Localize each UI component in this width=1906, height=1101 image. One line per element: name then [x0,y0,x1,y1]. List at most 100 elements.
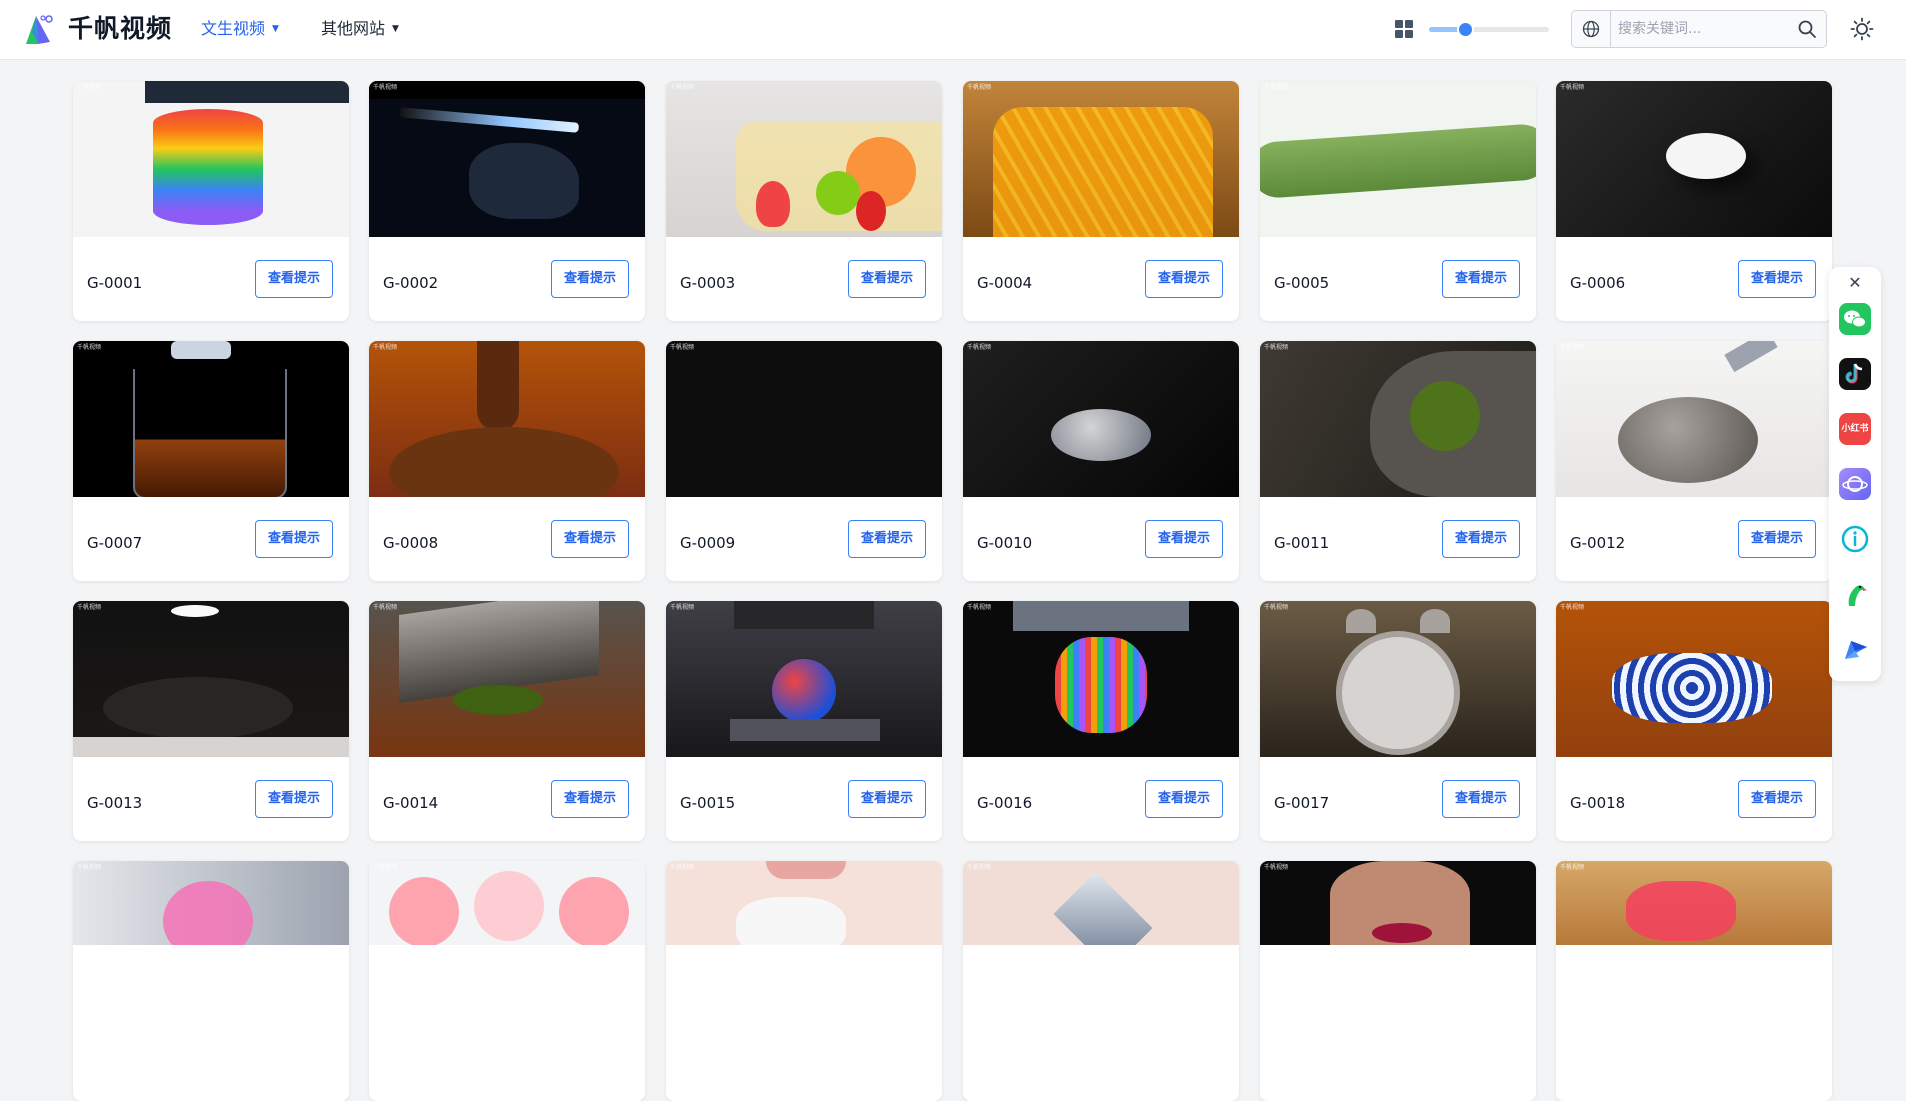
video-card[interactable]: 千帆视频 G-0016 查看提示 [963,601,1239,841]
video-card[interactable]: 千帆视频 G-0003 查看提示 [666,81,942,321]
info-icon[interactable] [1839,523,1871,555]
video-thumbnail[interactable]: 千帆视频 [666,601,942,757]
video-id: G-0005 [1274,274,1330,292]
nav-other-sites[interactable]: 其他网站 ▼ [321,18,399,40]
view-prompt-button[interactable]: 查看提示 [1442,520,1520,558]
video-thumbnail[interactable]: 千帆视频 [666,861,942,945]
view-prompt-button[interactable]: 查看提示 [1145,520,1223,558]
video-id: G-0010 [977,534,1033,552]
view-prompt-button[interactable]: 查看提示 [255,260,333,298]
view-prompt-button[interactable]: 查看提示 [1442,780,1520,818]
video-card[interactable]: 千帆视频 G-0001 查看提示 [73,81,349,321]
video-thumbnail[interactable]: 千帆视频 [963,601,1239,757]
video-card[interactable]: 千帆视频 G-0009 查看提示 [666,341,942,581]
video-card[interactable]: 千帆视频 G-0014 查看提示 [369,601,645,841]
video-thumbnail[interactable]: 千帆视频 [1260,341,1536,497]
video-card[interactable]: 千帆视频 [1260,861,1536,1101]
video-id: G-0007 [87,534,143,552]
search-input[interactable] [1618,18,1788,40]
video-card[interactable]: 千帆视频 [73,861,349,1101]
video-thumbnail[interactable]: 千帆视频 [73,341,349,497]
video-thumbnail[interactable]: 千帆视频 [369,341,645,497]
video-card[interactable]: 千帆视频 [369,861,645,1101]
watermark: 千帆视频 [373,864,398,871]
view-prompt-button[interactable]: 查看提示 [551,260,629,298]
view-prompt-button[interactable]: 查看提示 [848,780,926,818]
video-card[interactable]: 千帆视频 G-0015 查看提示 [666,601,942,841]
video-card[interactable]: 千帆视频 G-0013 查看提示 [73,601,349,841]
video-card[interactable]: 千帆视频 G-0012 查看提示 [1556,341,1832,581]
watermark: 千帆视频 [77,84,102,91]
video-thumbnail[interactable]: 千帆视频 [1260,81,1536,237]
video-card[interactable]: 千帆视频 G-0002 查看提示 [369,81,645,321]
watermark: 千帆视频 [77,864,102,871]
site-title[interactable]: 千帆视频 [68,14,172,44]
slider-thumb[interactable] [1459,23,1472,36]
grid-view-icon[interactable] [1395,20,1413,38]
search-icon[interactable] [1797,19,1817,39]
globe-icon[interactable] [1572,11,1611,47]
video-card[interactable]: 千帆视频 G-0017 查看提示 [1260,601,1536,841]
video-thumbnail[interactable]: 千帆视频 [963,81,1239,237]
watermark: 千帆视频 [1560,604,1585,611]
wechat-icon[interactable] [1839,303,1871,335]
view-prompt-button[interactable]: 查看提示 [848,260,926,298]
view-prompt-button[interactable]: 查看提示 [255,780,333,818]
view-prompt-button[interactable]: 查看提示 [255,520,333,558]
view-prompt-button[interactable]: 查看提示 [551,780,629,818]
watermark: 千帆视频 [967,604,992,611]
video-card[interactable]: 千帆视频 [666,861,942,1101]
video-card[interactable]: 千帆视频 [1556,861,1832,1101]
video-thumbnail[interactable]: 千帆视频 [666,341,942,497]
view-prompt-button[interactable]: 查看提示 [1738,260,1816,298]
view-prompt-button[interactable]: 查看提示 [1738,780,1816,818]
video-card[interactable]: 千帆视频 G-0008 查看提示 [369,341,645,581]
video-thumbnail[interactable]: 千帆视频 [73,601,349,757]
video-thumbnail[interactable]: 千帆视频 [1556,341,1832,497]
nav-label: 文生视频 [201,19,266,38]
view-prompt-button[interactable]: 查看提示 [1145,260,1223,298]
video-thumbnail[interactable]: 千帆视频 [666,81,942,237]
video-thumbnail[interactable]: 千帆视频 [369,861,645,945]
video-id: G-0013 [87,794,143,812]
video-thumbnail[interactable]: 千帆视频 [1556,81,1832,237]
sail-logo-icon[interactable] [22,12,54,48]
video-thumbnail[interactable]: 千帆视频 [73,81,349,237]
feishu-icon[interactable] [1839,633,1871,665]
planet-app-icon[interactable] [1839,468,1871,500]
view-prompt-button[interactable]: 查看提示 [551,520,629,558]
xiaohongshu-icon[interactable]: 小红书 [1839,413,1871,445]
close-icon[interactable]: ✕ [1847,275,1863,291]
parrot-icon[interactable] [1839,578,1871,610]
video-thumbnail[interactable]: 千帆视频 [369,81,645,237]
video-thumbnail[interactable]: 千帆视频 [1556,601,1832,757]
video-thumbnail[interactable]: 千帆视频 [1260,601,1536,757]
video-card[interactable]: 千帆视频 G-0011 查看提示 [1260,341,1536,581]
video-card[interactable]: 千帆视频 G-0004 查看提示 [963,81,1239,321]
sun-icon[interactable] [1850,17,1874,41]
video-card[interactable]: 千帆视频 G-0018 查看提示 [1556,601,1832,841]
video-card[interactable]: 千帆视频 [963,861,1239,1101]
view-prompt-button[interactable]: 查看提示 [1145,780,1223,818]
watermark: 千帆视频 [77,344,102,351]
video-thumbnail[interactable]: 千帆视频 [369,601,645,757]
video-thumbnail[interactable]: 千帆视频 [1556,861,1832,945]
nav-text-to-video[interactable]: 文生视频 ▼ [201,18,279,40]
watermark: 千帆视频 [1264,84,1289,91]
video-card[interactable]: 千帆视频 G-0007 查看提示 [73,341,349,581]
watermark: 千帆视频 [1560,344,1585,351]
zoom-slider[interactable] [1429,23,1549,36]
video-thumbnail[interactable]: 千帆视频 [963,861,1239,945]
douyin-icon[interactable] [1839,358,1871,390]
video-card[interactable]: 千帆视频 G-0010 查看提示 [963,341,1239,581]
view-prompt-button[interactable]: 查看提示 [1738,520,1816,558]
video-thumbnail[interactable]: 千帆视频 [1260,861,1536,945]
caret-down-icon: ▼ [392,24,399,34]
video-id: G-0011 [1274,534,1330,552]
video-thumbnail[interactable]: 千帆视频 [963,341,1239,497]
video-thumbnail[interactable]: 千帆视频 [73,861,349,945]
video-card[interactable]: 千帆视频 G-0005 查看提示 [1260,81,1536,321]
video-card[interactable]: 千帆视频 G-0006 查看提示 [1556,81,1832,321]
view-prompt-button[interactable]: 查看提示 [1442,260,1520,298]
view-prompt-button[interactable]: 查看提示 [848,520,926,558]
